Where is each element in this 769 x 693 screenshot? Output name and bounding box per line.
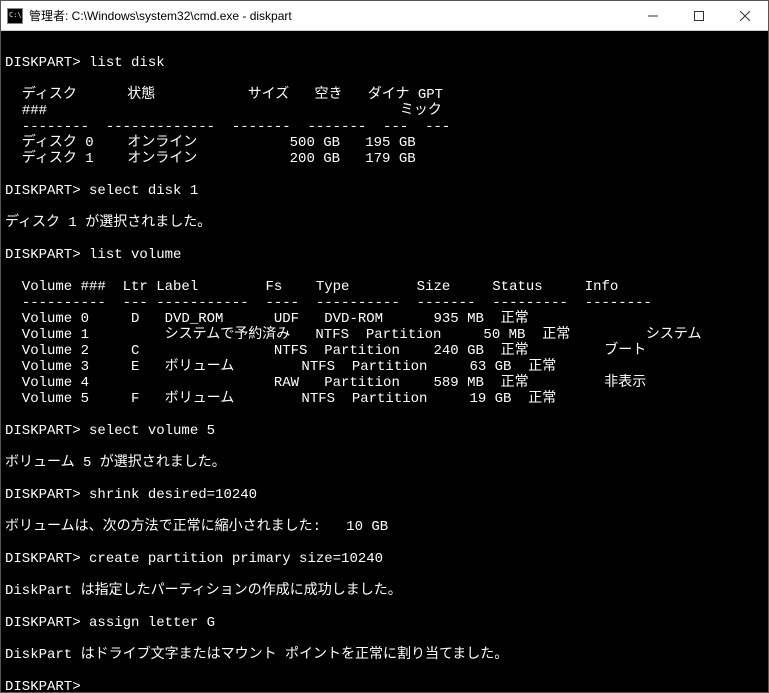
blank-line [5,503,768,519]
command-text: select disk 1 [89,183,198,199]
blank-line [5,631,768,647]
minimize-button[interactable] [630,1,676,30]
table-row: ディスク 0 オンライン 500 GB 195 GB [5,135,768,151]
command-text: assign letter G [89,615,215,631]
message-text: DiskPart は指定したパーティションの作成に成功しました。 [5,583,768,599]
blank-line [5,663,768,679]
table-row: Volume 3 E ボリューム NTFS Partition 63 GB 正常 [5,359,768,375]
titlebar[interactable]: 管理者: C:\Windows\system32\cmd.exe - diskp… [1,1,768,31]
blank-line [5,599,768,615]
blank-line [5,439,768,455]
terminal-output[interactable]: DISKPART> list disk ディスク 状態 サイズ 空き ダイナ G… [1,31,768,692]
table-rule: ---------- --- ----------- ---- --------… [5,295,768,311]
blank-line [5,567,768,583]
cmd-icon [7,8,23,24]
table-row: ディスク 1 オンライン 200 GB 179 GB [5,151,768,167]
command-text: list volume [89,247,181,263]
prompt: DISKPART> [5,247,89,263]
prompt: DISKPART> [5,551,89,567]
console-window: 管理者: C:\Windows\system32\cmd.exe - diskp… [0,0,769,693]
blank-line [5,71,768,87]
table-rule: -------- ------------- ------- ------- -… [5,119,768,135]
table-row: Volume 1 システムで予約済み NTFS Partition 50 MB … [5,327,768,343]
maximize-button[interactable] [676,1,722,30]
window-title: 管理者: C:\Windows\system32\cmd.exe - diskp… [29,7,630,24]
prompt: DISKPART> [5,183,89,199]
volume-table-header: Volume ### Ltr Label Fs Type Size Status… [5,279,768,295]
command-text: select volume 5 [89,423,215,439]
prompt-cursor[interactable]: DISKPART> [5,679,89,692]
disk-table-header2: ### ミック [5,103,768,119]
table-row: Volume 0 D DVD_ROM UDF DVD-ROM 935 MB 正常 [5,311,768,327]
blank-line [5,471,768,487]
prompt: DISKPART> [5,423,89,439]
table-row: Volume 4 RAW Partition 589 MB 正常 非表示 [5,375,768,391]
disk-table-header: ディスク 状態 サイズ 空き ダイナ GPT [5,87,768,103]
prompt: DISKPART> [5,55,89,71]
prompt: DISKPART> [5,487,89,503]
blank-line [5,199,768,215]
table-row: Volume 2 C NTFS Partition 240 GB 正常 ブート [5,343,768,359]
blank-line [5,167,768,183]
command-text: list disk [89,55,165,71]
command-text: create partition primary size=10240 [89,551,383,567]
blank-line [5,407,768,423]
command-text: shrink desired=10240 [89,487,257,503]
message-text: ボリュームは、次の方法で正常に縮小されました: 10 GB [5,519,768,535]
table-row: Volume 5 F ボリューム NTFS Partition 19 GB 正常 [5,391,768,407]
prompt: DISKPART> [5,615,89,631]
message-text: DiskPart はドライブ文字またはマウント ポイントを正常に割り当てました。 [5,647,768,663]
blank-line [5,231,768,247]
window-controls [630,1,768,30]
blank-line [5,39,768,55]
blank-line [5,535,768,551]
close-button[interactable] [722,1,768,30]
message-text: ディスク 1 が選択されました。 [5,215,768,231]
message-text: ボリューム 5 が選択されました。 [5,455,768,471]
blank-line [5,263,768,279]
